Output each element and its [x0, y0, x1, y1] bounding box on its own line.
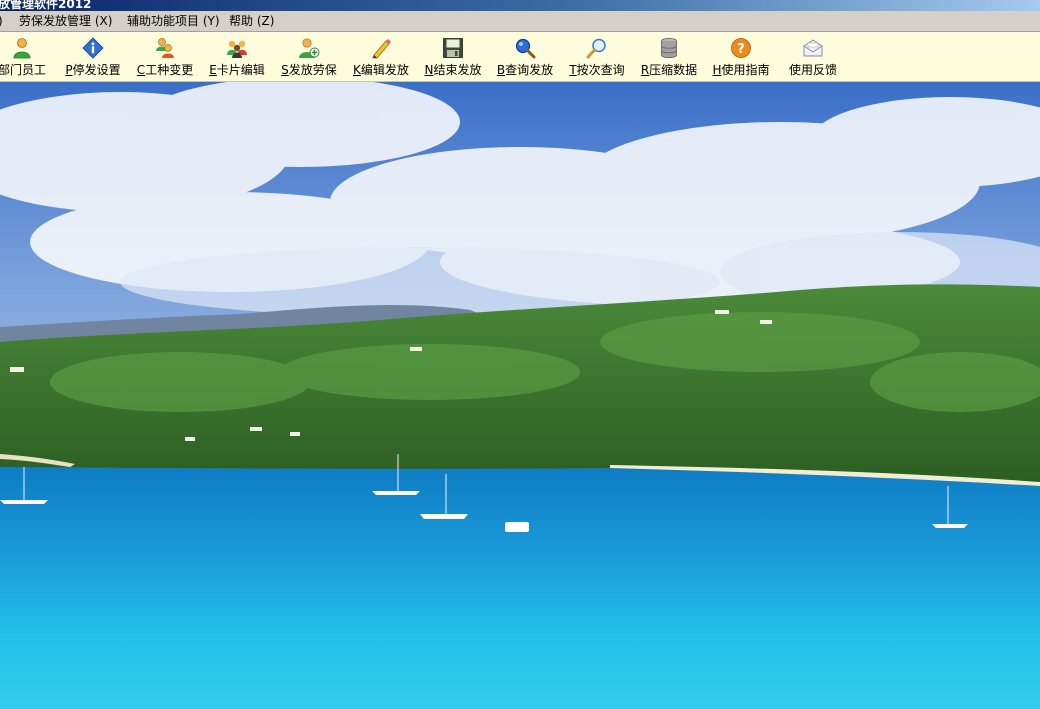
edit-issue-button[interactable]: K编辑发放: [350, 35, 412, 79]
card-edit-icon: [227, 40, 247, 58]
pencil-icon: [372, 39, 391, 59]
mail-icon: [803, 39, 823, 57]
employee-icon: [13, 38, 31, 59]
user-add-icon: [299, 38, 320, 58]
menu-item-partial[interactable]: ): [0, 13, 3, 29]
background-wallpaper: [0, 82, 1040, 709]
compress-data-button[interactable]: R压缩数据: [638, 35, 700, 79]
user-guide-button[interactable]: ? H使用指南: [710, 35, 772, 79]
job-change-icon: [156, 38, 174, 58]
svg-text:?: ?: [737, 42, 745, 57]
toolbar: 部门员工 P停发设置 C工种变更 E卡片编辑 S发放劳保 K编辑发放 N结束发放…: [0, 32, 1040, 82]
issue-labor-button[interactable]: S发放劳保: [278, 35, 340, 79]
query-by-batch-button[interactable]: T按次查询: [566, 35, 628, 79]
save-disk-icon: [443, 38, 463, 58]
info-icon: [82, 37, 104, 59]
window-title: 放管理软件2012: [0, 0, 92, 11]
employee-button[interactable]: 部门员工: [0, 35, 52, 79]
menu-item-auxiliary[interactable]: 辅助功能项目 (Y): [127, 13, 220, 29]
menu-bar: ) 劳保发放管理 (X) 辅助功能项目 (Y) 帮助 (Z): [0, 11, 1040, 32]
end-issue-button[interactable]: N结束发放: [422, 35, 484, 79]
stop-setting-button[interactable]: P停发设置: [62, 35, 124, 79]
help-icon: ?: [731, 38, 751, 58]
feedback-button[interactable]: 使用反馈: [782, 35, 844, 79]
job-change-button[interactable]: C工种变更: [134, 35, 196, 79]
search-icon: [515, 38, 536, 59]
island-bay-image: [0, 82, 1040, 709]
menu-item-labor-issue[interactable]: 劳保发放管理 (X): [19, 13, 112, 29]
magnifier-icon: [586, 38, 606, 59]
database-icon: [661, 38, 677, 59]
menu-item-help[interactable]: 帮助 (Z): [229, 13, 274, 29]
card-edit-button[interactable]: E卡片编辑: [206, 35, 268, 79]
query-issue-button[interactable]: B查询发放: [494, 35, 556, 79]
title-bar: 放管理软件2012: [0, 0, 1040, 11]
